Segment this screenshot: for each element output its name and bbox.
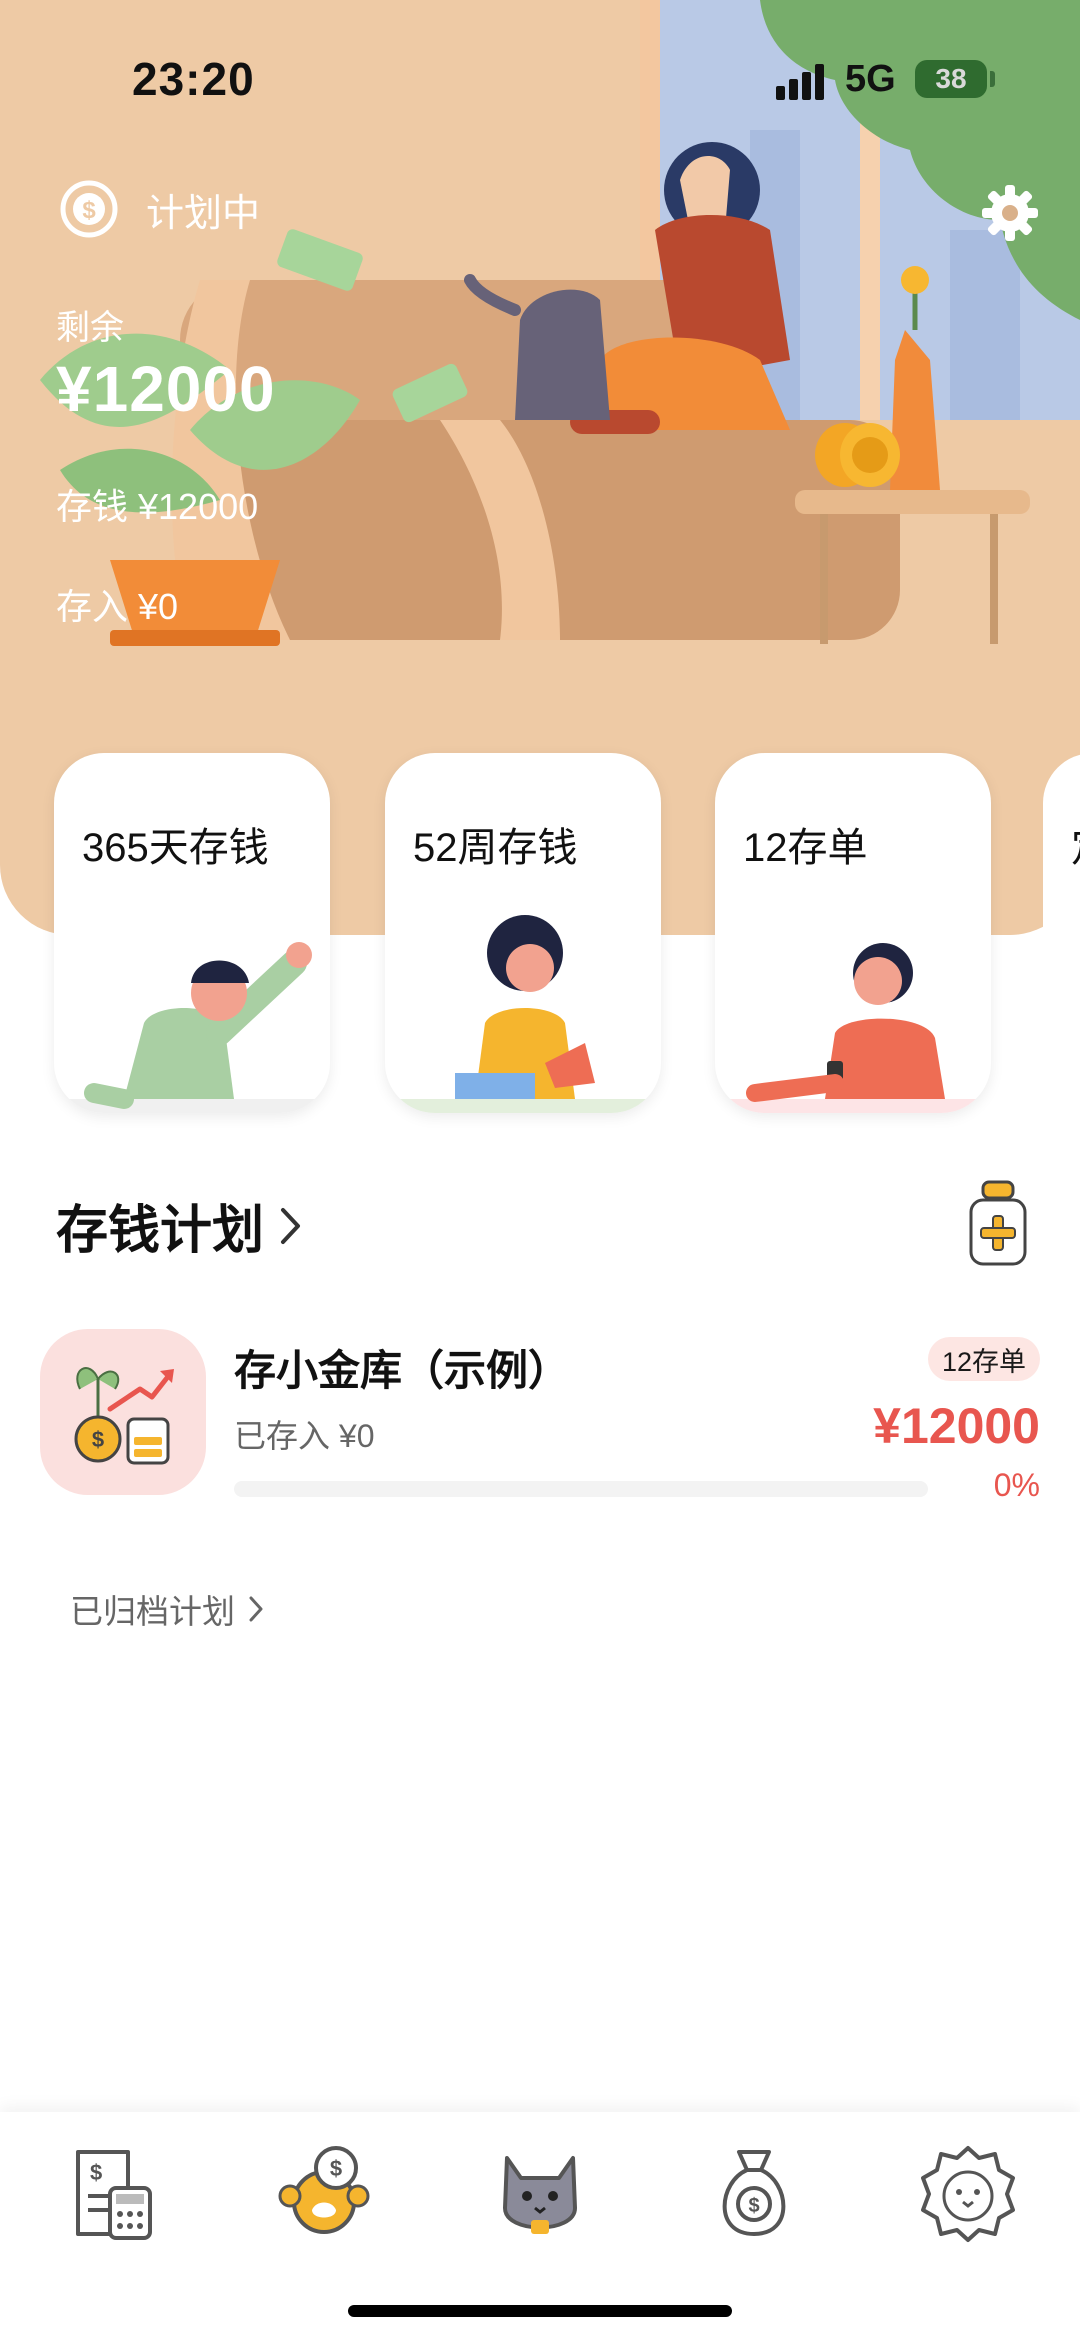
coin-icon: $ [60, 180, 118, 238]
status-time: 23:20 [132, 53, 255, 105]
waving-person-illustration [54, 942, 330, 1113]
lion-face-icon[interactable] [913, 2138, 1023, 2248]
method-card-partial[interactable]: 定 [1043, 753, 1080, 1113]
svg-text:$: $ [90, 2160, 102, 2185]
deposited-line: 存入 ¥0 [56, 586, 179, 627]
remaining-label: 剩余 [56, 309, 124, 347]
plan-name: 存小金库（示例） [234, 1347, 571, 1394]
add-plan-jar-icon[interactable] [965, 1180, 1031, 1268]
svg-text:$: $ [748, 2195, 759, 2217]
plan-type-badge: 12存单 [927, 1337, 1040, 1381]
network-type: 5G [845, 58, 896, 100]
section-title-text: 存钱计划 [56, 1202, 265, 1260]
method-card-12-deposits[interactable]: 12存单 [715, 753, 991, 1113]
plan-deposited: 已存入 ¥0 [234, 1418, 375, 1454]
coin-paw-icon[interactable]: $ [270, 2138, 380, 2248]
plan-progress-bar [234, 1481, 928, 1497]
method-card-52-weeks[interactable]: 52周存钱 [385, 753, 661, 1113]
save-target-line: 存钱 ¥12000 [56, 486, 259, 527]
plan-status-label: 计划中 [146, 192, 261, 235]
method-card-365-days[interactable]: 365天存钱 [54, 753, 330, 1113]
plant-coin-growth-icon: $ [74, 1367, 174, 1465]
archived-plans-label: 已归档计划 [70, 1593, 235, 1630]
money-bag-icon[interactable]: $ [699, 2138, 809, 2248]
gear-icon[interactable] [980, 183, 1040, 243]
method-card-label: 52周存钱 [413, 826, 578, 870]
cellular-signal-icon [776, 64, 824, 100]
cat-icon[interactable] [485, 2138, 595, 2248]
plan-thumbnail: $ [40, 1329, 206, 1495]
method-card-label: 365天存钱 [82, 826, 269, 870]
remaining-amount: ¥12000 [56, 353, 276, 425]
home-indicator [348, 2305, 732, 2317]
plan-target-amount: ¥12000 [873, 1398, 1040, 1454]
watering-person-illustration [385, 915, 661, 1113]
svg-text:$: $ [82, 197, 96, 224]
svg-text:$: $ [330, 2156, 342, 2181]
saving-plans-title[interactable]: 存钱计划 [56, 1188, 304, 1263]
method-card-label: 定 [1071, 815, 1080, 873]
phone-person-illustration [715, 943, 991, 1113]
chevron-right-icon [249, 1596, 263, 1622]
method-card-label: 12存单 [743, 826, 868, 870]
bill-calculator-icon[interactable]: $ [58, 2138, 168, 2248]
battery-tip [990, 71, 995, 87]
svg-text:$: $ [92, 1427, 104, 1452]
plan-item[interactable]: $ 存小金库（示例） 已存入 ¥0 12存单 ¥12000 0% [40, 1325, 1040, 1510]
status-bar: 23:20 5G 38 [0, 0, 1080, 150]
battery-indicator: 38 [915, 60, 987, 98]
archived-plans-link[interactable]: 已归档计划 [70, 1585, 265, 1633]
plan-progress-percent: 0% [993, 1467, 1040, 1503]
chevron-right-icon [281, 1207, 301, 1244]
plan-status-selector[interactable]: $ 计划中 [60, 180, 260, 238]
